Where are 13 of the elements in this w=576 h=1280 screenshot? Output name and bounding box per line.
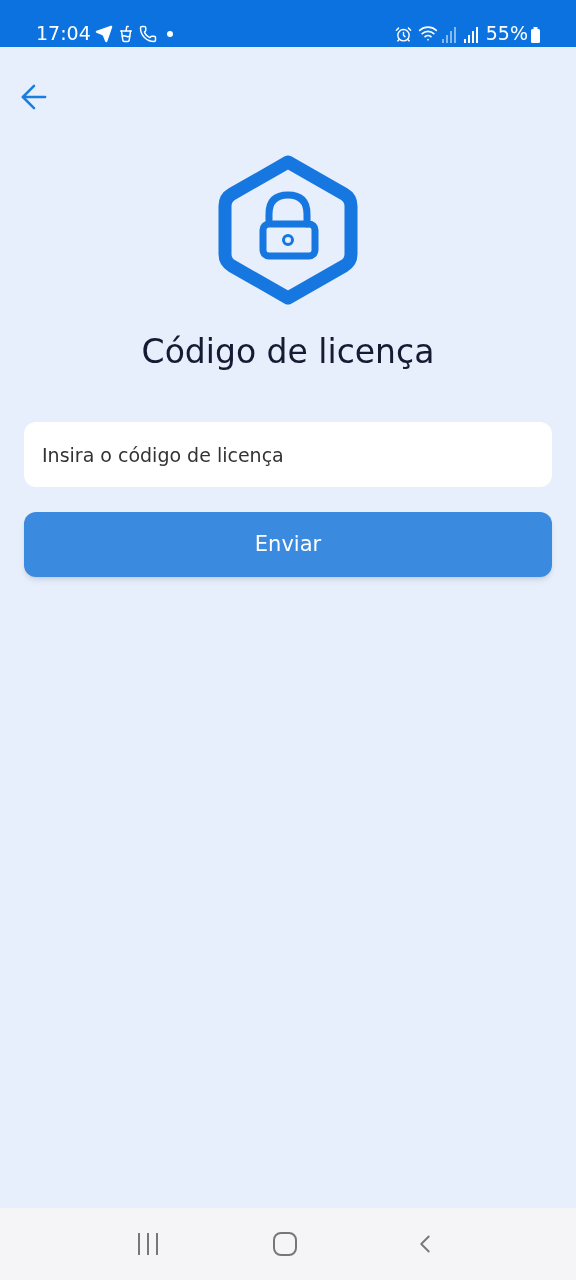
- dot-icon: [166, 31, 173, 37]
- alarm-icon: [394, 26, 412, 43]
- page-title: Código de licença: [141, 331, 435, 373]
- license-code-field[interactable]: Insira o código de licença: [24, 422, 552, 488]
- wifi-icon: [417, 23, 438, 43]
- lock-hexagon-icon: [218, 155, 358, 305]
- submit-button[interactable]: Enviar: [24, 512, 552, 578]
- home-icon[interactable]: [273, 1232, 297, 1256]
- recent-apps-icon[interactable]: [136, 1232, 161, 1256]
- status-time: 17:04: [36, 24, 91, 43]
- battery-percent: 55%: [485, 24, 528, 43]
- battery-icon: [531, 27, 540, 43]
- paper-plane-icon: [94, 25, 113, 43]
